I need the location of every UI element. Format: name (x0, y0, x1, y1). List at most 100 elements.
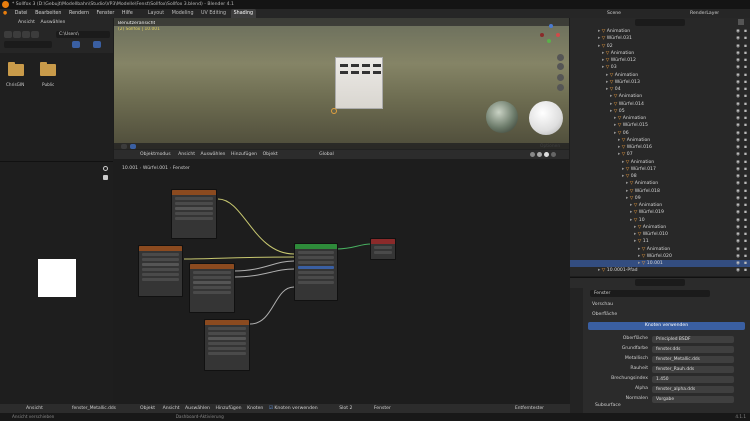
visibility-eye-icon[interactable]: ◉ (736, 35, 740, 42)
node-menu-hinzufuegen[interactable]: Hinzufügen (215, 406, 241, 411)
property-value-field[interactable]: fenster_alpha.dds (652, 385, 734, 393)
visibility-eye-icon[interactable]: ◉ (736, 253, 740, 260)
render-camera-icon[interactable]: ▪ (744, 72, 747, 79)
visibility-eye-icon[interactable]: ◉ (736, 64, 740, 71)
render-camera-icon[interactable]: ▪ (744, 202, 747, 209)
refresh-button[interactable] (31, 31, 39, 38)
viewport-menu-objekt[interactable]: Objekt (263, 152, 278, 157)
outliner-row[interactable]: ▸ ▽ Würfel.020 ◉ ▪ (570, 253, 750, 260)
outliner-row[interactable]: ▸ ▽ Animation ◉ ▪ (570, 180, 750, 187)
outliner-row[interactable]: ▸ ▽ 07 ◉ ▪ (570, 151, 750, 158)
visibility-eye-icon[interactable]: ◉ (736, 50, 740, 57)
outliner-row[interactable]: ▸ ▽ Würfel.018 ◉ ▪ (570, 188, 750, 195)
outliner-row[interactable]: ▸ ▽ 05 ◉ ▪ (570, 108, 750, 115)
render-camera-icon[interactable]: ▪ (744, 35, 747, 42)
hand-icon[interactable] (103, 175, 108, 180)
node-menu-knoten[interactable]: Knoten (247, 406, 263, 411)
select-box-button[interactable] (130, 144, 136, 149)
outliner-row[interactable]: ▸ ▽ Würfel.017 ◉ ▪ (570, 166, 750, 173)
scene-selector[interactable]: Scene (607, 10, 621, 17)
camera-view-icon[interactable] (557, 74, 564, 81)
visibility-eye-icon[interactable]: ◉ (736, 108, 740, 115)
visibility-eye-icon[interactable]: ◉ (736, 93, 740, 100)
use-nodes-button[interactable]: Knoten verwenden (588, 322, 745, 330)
render-camera-icon[interactable]: ▪ (744, 151, 747, 158)
visibility-eye-icon[interactable]: ◉ (736, 43, 740, 50)
visibility-eye-icon[interactable]: ◉ (736, 57, 740, 64)
visibility-eye-icon[interactable]: ◉ (736, 159, 740, 166)
menu-item-fenster[interactable]: Fenster (94, 9, 118, 18)
outliner-row[interactable]: ▸ ▽ 02 ◉ ▪ (570, 43, 750, 50)
render-camera-icon[interactable]: ▪ (744, 64, 747, 71)
node-menu-ansicht[interactable]: Ansicht (163, 406, 180, 411)
material-output-node[interactable] (370, 238, 396, 260)
render-camera-icon[interactable]: ▪ (744, 28, 747, 35)
render-camera-icon[interactable]: ▪ (744, 115, 747, 122)
render-camera-icon[interactable]: ▪ (744, 93, 747, 100)
property-value-field[interactable]: fenster_Metallic.dds (652, 355, 734, 363)
visibility-eye-icon[interactable]: ◉ (736, 137, 740, 144)
viewport-menu-hinzufuegen[interactable]: Hinzufügen (231, 152, 257, 157)
tab-uv-editing[interactable]: UV Editing (198, 9, 229, 18)
visibility-eye-icon[interactable]: ◉ (736, 122, 740, 129)
outliner-row[interactable]: ▸ ▽ Würfel.015 ◉ ▪ (570, 122, 750, 129)
render-camera-icon[interactable]: ▪ (744, 253, 747, 260)
render-camera-icon[interactable]: ▪ (744, 231, 747, 238)
visibility-eye-icon[interactable]: ◉ (736, 130, 740, 137)
menu-item-hilfe[interactable]: Hilfe (119, 9, 136, 18)
visibility-eye-icon[interactable]: ◉ (736, 144, 740, 151)
blender-logo-icon[interactable] (2, 1, 9, 8)
navigation-gizmo[interactable] (540, 24, 560, 44)
visibility-eye-icon[interactable]: ◉ (736, 267, 740, 274)
display-mode-button[interactable] (72, 41, 80, 48)
image-texture-node-roughness[interactable] (189, 263, 235, 313)
outliner-row[interactable]: ▸ ▽ Würfel.016 ◉ ▪ (570, 144, 750, 151)
render-camera-icon[interactable]: ▪ (744, 260, 747, 267)
forward-button[interactable] (13, 31, 21, 38)
render-camera-icon[interactable]: ▪ (744, 137, 747, 144)
visibility-eye-icon[interactable]: ◉ (736, 202, 740, 209)
outliner-row[interactable]: ▸ ▽ Animation ◉ ▪ (570, 202, 750, 209)
render-camera-icon[interactable]: ▪ (744, 173, 747, 180)
parent-folder-button[interactable] (22, 31, 30, 38)
section-surface[interactable]: Oberfläche (592, 311, 617, 319)
zoom-icon[interactable] (103, 166, 108, 171)
property-value-field[interactable]: fenster_Rauh.dds (652, 365, 734, 373)
transform-orientation-dropdown[interactable]: Global (319, 152, 334, 157)
property-value-field[interactable]: Vorgabe (652, 395, 734, 403)
folder-label[interactable]: ChrisGIN (6, 82, 24, 87)
outliner-row[interactable]: ▸ ▽ Animation ◉ ▪ (570, 72, 750, 79)
render-camera-icon[interactable]: ▪ (744, 108, 747, 115)
visibility-eye-icon[interactable]: ◉ (736, 166, 740, 173)
visibility-eye-icon[interactable]: ◉ (736, 224, 740, 231)
pan-tool-icon[interactable] (557, 63, 564, 70)
zoom-tool-icon[interactable] (557, 54, 564, 61)
render-camera-icon[interactable]: ▪ (744, 101, 747, 108)
render-camera-icon[interactable]: ▪ (744, 224, 747, 231)
visibility-eye-icon[interactable]: ◉ (736, 238, 740, 245)
tab-modeling[interactable]: Modeling (169, 9, 197, 18)
visibility-eye-icon[interactable]: ◉ (736, 86, 740, 93)
node-object-dropdown[interactable]: Objekt (140, 406, 155, 411)
property-value-field[interactable]: 1.450 (652, 375, 734, 383)
render-camera-icon[interactable]: ▪ (744, 57, 747, 64)
folder-icon[interactable] (40, 62, 56, 76)
render-camera-icon[interactable]: ▪ (744, 43, 747, 50)
outliner-row[interactable]: ▸ ▽ 09 ◉ ▪ (570, 195, 750, 202)
perspective-toggle-icon[interactable] (557, 84, 564, 91)
outliner-row[interactable]: ▸ ▽ 04 ◉ ▪ (570, 86, 750, 93)
image-texture-node-basecolor[interactable] (171, 189, 217, 239)
window-object[interactable] (335, 57, 383, 109)
visibility-eye-icon[interactable]: ◉ (736, 209, 740, 216)
render-camera-icon[interactable]: ▪ (744, 79, 747, 86)
outliner-row[interactable]: ▸ ▽ 10 ◉ ▪ (570, 217, 750, 224)
folder-label[interactable]: Public (42, 82, 54, 87)
outliner-row[interactable]: ▸ ▽ Würfel.014 ◉ ▪ (570, 101, 750, 108)
outliner-row[interactable]: ▸ ▽ Animation ◉ ▪ (570, 28, 750, 35)
use-nodes-checkbox[interactable]: ☑ (269, 406, 273, 411)
outliner-row[interactable]: ▸ ▽ Würfel.012 ◉ ▪ (570, 57, 750, 64)
outliner-row[interactable]: ▸ ▽ Animation ◉ ▪ (570, 224, 750, 231)
filter-button[interactable] (93, 41, 101, 48)
visibility-eye-icon[interactable]: ◉ (736, 260, 740, 267)
render-camera-icon[interactable]: ▪ (744, 217, 747, 224)
